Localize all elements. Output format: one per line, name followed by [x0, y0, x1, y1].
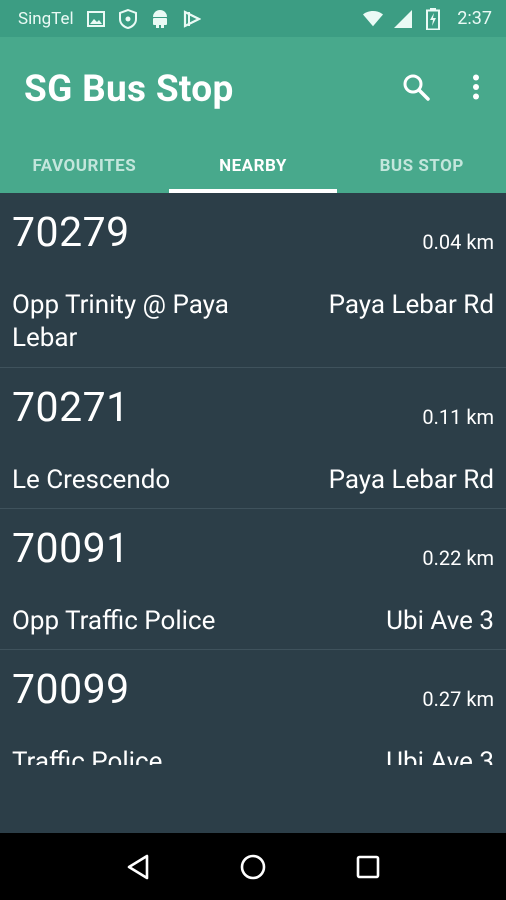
- signal-icon: [393, 9, 413, 29]
- list-item[interactable]: 70279 0.04 km Opp Trinity @ Paya Lebar P…: [0, 193, 506, 368]
- back-icon: [127, 854, 148, 879]
- overflow-menu-button[interactable]: [458, 69, 494, 105]
- stop-road: Paya Lebar Rd: [328, 465, 494, 495]
- more-vert-icon: [473, 74, 479, 100]
- stop-name: Opp Traffic Police: [12, 606, 216, 636]
- stop-code: 70099: [12, 666, 130, 714]
- home-button[interactable]: [233, 847, 273, 887]
- tab-bar: FAVOURITES NEARBY BUS STOP: [0, 138, 506, 193]
- recents-icon: [357, 855, 380, 878]
- search-icon: [403, 74, 430, 101]
- stop-road: Paya Lebar Rd: [328, 290, 494, 320]
- system-nav-bar: [0, 833, 506, 900]
- tab-favourites[interactable]: FAVOURITES: [0, 138, 169, 193]
- carrier-name: SingTel: [18, 8, 74, 29]
- stop-name: Traffic Police: [12, 747, 163, 765]
- android-icon: [150, 9, 170, 29]
- stop-distance: 0.11 km: [422, 405, 494, 429]
- stop-code: 70271: [12, 384, 130, 432]
- back-button[interactable]: [118, 847, 158, 887]
- image-icon: [86, 9, 106, 29]
- stop-distance: 0.27 km: [422, 687, 494, 711]
- nearby-stop-list[interactable]: 70279 0.04 km Opp Trinity @ Paya Lebar P…: [0, 193, 506, 765]
- flag-icon: [182, 9, 202, 29]
- home-icon: [240, 854, 266, 879]
- tab-nearby[interactable]: NEARBY: [168, 138, 338, 193]
- stop-name: Le Crescendo: [12, 465, 171, 495]
- app-bar: SG Bus Stop FAVOURITES NEARBY BUS STOP: [0, 37, 506, 193]
- stop-road: Ubi Ave 3: [386, 747, 494, 765]
- search-button[interactable]: [398, 69, 434, 105]
- app-title: SG Bus Stop: [24, 68, 234, 111]
- list-item[interactable]: 70099 0.27 km Traffic Police Ubi Ave 3: [0, 650, 506, 765]
- battery-charging-icon: [423, 7, 443, 30]
- stop-distance: 0.22 km: [422, 546, 494, 570]
- stop-code: 70091: [12, 525, 130, 573]
- stop-distance: 0.04 km: [422, 230, 494, 254]
- shield-icon: [118, 8, 138, 29]
- stop-road: Ubi Ave 3: [386, 606, 494, 636]
- list-item[interactable]: 70271 0.11 km Le Crescendo Paya Lebar Rd: [0, 368, 506, 509]
- list-item[interactable]: 70091 0.22 km Opp Traffic Police Ubi Ave…: [0, 509, 506, 650]
- status-bar: SingTel 2:37: [0, 0, 506, 37]
- wifi-icon: [363, 9, 384, 29]
- status-time: 2:37: [457, 8, 492, 29]
- recents-button[interactable]: [348, 847, 388, 887]
- tab-bus-stop[interactable]: BUS STOP: [337, 138, 506, 193]
- stop-code: 70279: [12, 209, 130, 257]
- stop-name: Opp Trinity @ Paya Lebar: [12, 290, 229, 353]
